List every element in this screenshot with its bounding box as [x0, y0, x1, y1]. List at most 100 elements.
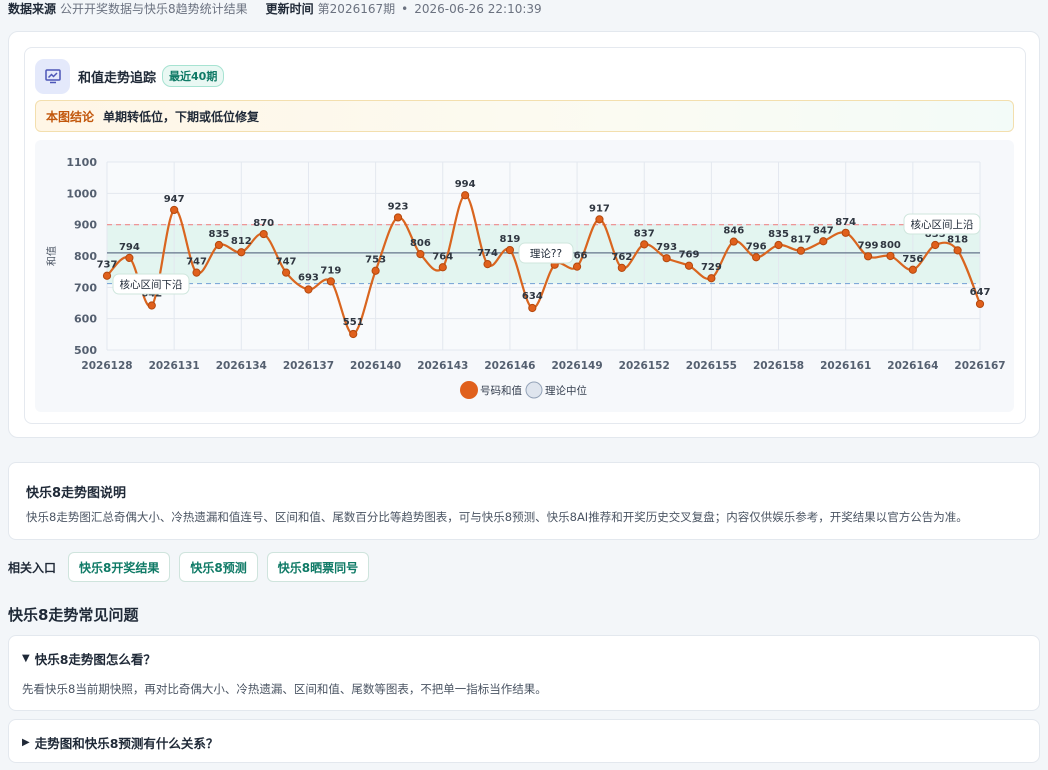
data-point: [349, 329, 358, 339]
data-point: [483, 260, 492, 269]
data-point: [326, 277, 335, 286]
data-point: [841, 228, 850, 237]
period-badge: 最近40期: [162, 65, 225, 87]
sum-line-chart: 500 600 700 800 900 1000 1100 2026128 2026131 202…: [35, 140, 1014, 412]
y-axis-label: 和值: [45, 246, 58, 266]
data-label: 796: [746, 241, 767, 252]
data-point: [819, 237, 828, 246]
data-point: [125, 253, 134, 262]
data-label: 870: [253, 218, 274, 229]
source-info: 数据来源 公开开奖数据与快乐8趋势统计结果: [8, 0, 248, 16]
data-label: 762: [611, 252, 632, 263]
data-point: [528, 303, 537, 313]
data-label: 799: [858, 240, 879, 251]
legend-swatch-median: [525, 381, 543, 399]
chart-title: 和值走势追踪: [78, 70, 157, 86]
chart-section: 和值走势追踪 最近40期 本图结论 单期转低位，下期或低位修复 500 600 70…: [8, 31, 1040, 438]
chart-conclusion: 本图结论 单期转低位，下期或低位修复: [35, 100, 1014, 132]
data-point: [774, 240, 783, 250]
data-point: [572, 262, 582, 271]
core-upper-tag: 核心区间上沿: [911, 218, 974, 231]
x-tick-label: 2026152: [619, 360, 670, 372]
data-point: [707, 274, 716, 283]
data-label: 769: [679, 250, 700, 261]
chart-svg: 500 600 700 800 900 1000 1100 2026128 2026131 202…: [45, 156, 1006, 399]
data-point: [640, 240, 649, 249]
data-point: [393, 213, 403, 222]
presentation-chart-icon: [35, 58, 70, 94]
data-point: [371, 266, 380, 275]
link-prediction[interactable]: 快乐8预测: [179, 552, 258, 582]
data-label: 774: [477, 248, 498, 259]
data-label: 818: [947, 234, 968, 245]
x-tick-label: 2026140: [350, 360, 401, 372]
data-label: 923: [388, 201, 409, 212]
data-label: 764: [432, 251, 453, 262]
data-point: [931, 240, 940, 250]
data-point: [863, 252, 873, 261]
data-label: 729: [701, 262, 722, 273]
x-tick-label: 2026149: [551, 360, 602, 372]
data-point: [304, 285, 313, 294]
description-card: 快乐8走势图说明 快乐8走势图汇总奇偶大小、冷热遗漏和值连号、区间和值、尾数百分…: [8, 462, 1040, 540]
x-tick-label: 2026146: [484, 360, 535, 372]
data-point: [281, 268, 291, 277]
chart-header: 和值走势追踪 最近40期: [35, 58, 225, 94]
data-point: [438, 263, 447, 272]
x-tick-label: 2026128: [81, 360, 132, 372]
data-point: [461, 191, 470, 200]
related-label: 相关入口: [8, 560, 57, 575]
data-label: 551: [343, 317, 364, 328]
description-title: 快乐8走势图说明: [26, 486, 127, 501]
data-label: 747: [276, 257, 297, 268]
data-point: [192, 268, 201, 277]
legend-label-sum: 号码和值: [480, 384, 522, 397]
faq-answer: 先看快乐8当前期快照，再对比奇偶大小、冷热遗漏、区间和值、尾数等图表，不把单一指…: [22, 682, 547, 696]
data-point: [595, 215, 604, 224]
data-point: [505, 245, 515, 255]
data-label: 835: [208, 229, 229, 240]
update-info: 更新时间 第2026167期 • 2026-06-26 22:10:39: [266, 0, 542, 16]
x-tick-label: 2026164: [887, 360, 938, 372]
data-point: [416, 250, 425, 259]
x-tick-label: 2026155: [686, 360, 737, 372]
data-point: [617, 263, 626, 273]
faq-question-text: 快乐8走势图怎么看？: [34, 652, 156, 667]
data-label: 756: [902, 254, 923, 265]
data-label: 800: [880, 240, 901, 251]
data-label: 819: [499, 234, 520, 245]
data-point: [684, 261, 694, 270]
faq-title: 快乐8走势常见问题: [8, 606, 139, 624]
data-point: [752, 253, 761, 262]
data-label: 647: [970, 287, 991, 298]
data-label: 806: [410, 238, 431, 249]
data-label: 753: [365, 255, 386, 266]
data-point: [214, 240, 224, 250]
caret-right-icon: ▶: [22, 737, 30, 748]
link-draw-results[interactable]: 快乐8开奖结果: [68, 552, 171, 582]
x-tick-label: 2026137: [283, 360, 334, 372]
y-tick-label: 1100: [66, 156, 97, 169]
data-label: 634: [522, 291, 543, 302]
sum-trend-card: 和值走势追踪 最近40期 本图结论 单期转低位，下期或低位修复 500 600 70…: [24, 47, 1026, 424]
data-label: 747: [186, 257, 207, 268]
link-shared-tickets[interactable]: 快乐8晒票同号: [266, 552, 370, 582]
faq-question-toggle[interactable]: ▶ 走势图和快乐8预测有什么关系？: [22, 733, 218, 752]
data-label: 846: [723, 226, 744, 237]
data-point: [662, 254, 671, 263]
data-point: [237, 248, 246, 257]
x-tick-label: 2026143: [417, 360, 468, 372]
faq-question-toggle[interactable]: ▼ 快乐8走势图怎么看？: [22, 649, 156, 668]
data-point: [796, 246, 806, 255]
y-tick-label: 600: [74, 313, 97, 326]
x-tick-label: 2026167: [954, 360, 1005, 372]
faq-item: ▶ 走势图和快乐8预测有什么关系？: [8, 719, 1040, 763]
x-tick-label: 2026161: [820, 360, 871, 372]
data-label: 917: [589, 203, 610, 214]
data-label: 793: [656, 242, 677, 253]
data-point: [886, 251, 895, 261]
y-tick-label: 1000: [66, 187, 97, 200]
data-point: [908, 265, 917, 274]
data-label: 874: [835, 217, 856, 228]
data-point: [170, 205, 179, 215]
